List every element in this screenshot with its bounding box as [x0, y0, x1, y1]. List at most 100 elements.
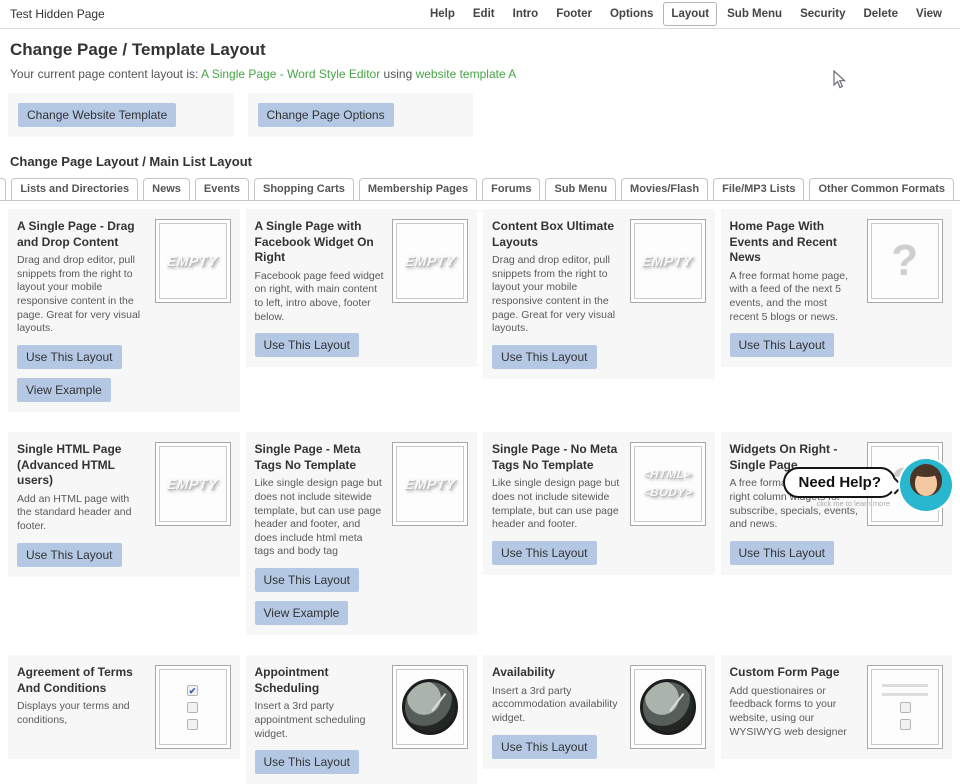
thumbnail-label: ?: [891, 236, 919, 285]
thumbnail-label: EMPTY: [166, 253, 219, 269]
layout-card-availability: Availability Insert a 3rd party accommod…: [483, 655, 715, 769]
layout-card-body: Custom Form Page Add questionaires or fe…: [730, 665, 860, 749]
layout-card-title: Custom Form Page: [729, 665, 840, 680]
layout-card-single-page-no-meta-tags-no-template: Single Page - No Meta Tags No Template L…: [483, 432, 715, 575]
layout-card-body: Single HTML Page (Advanced HTML users) A…: [17, 442, 147, 567]
layout-card-body: Single Page - No Meta Tags No Template L…: [492, 442, 622, 565]
tab-photo-galleries[interactable]: Photo Galleries: [0, 178, 7, 200]
top-nav-item-view[interactable]: View: [908, 2, 950, 26]
top-nav-item-security[interactable]: Security: [792, 2, 853, 26]
use-this-layout-button[interactable]: Use This Layout: [254, 568, 359, 593]
use-this-layout-button[interactable]: Use This Layout: [729, 333, 834, 358]
layout-card-title: A Single Page - Drag and Drop Content: [17, 219, 135, 249]
view-example-button[interactable]: View Example: [254, 601, 349, 626]
layout-card-title: Single Page - No Meta Tags No Template: [492, 442, 618, 472]
top-nav-item-help[interactable]: Help: [422, 2, 463, 26]
tab-lists-and-directories[interactable]: Lists and Directories: [11, 178, 139, 200]
layout-card-title: Availability: [492, 665, 555, 680]
layout-card-description: Like single design page but does not inc…: [254, 477, 382, 558]
top-nav-item-layout[interactable]: Layout: [663, 2, 718, 26]
checked-checkbox-icon: ✔: [187, 684, 198, 696]
layout-thumbnail: EMPTY: [154, 219, 231, 303]
use-this-layout-button[interactable]: Use This Layout: [254, 750, 359, 775]
form-line-icon: [882, 684, 928, 688]
layout-card-appointment-scheduling: Appointment Scheduling Insert a 3rd part…: [245, 655, 477, 784]
use-this-layout-button[interactable]: Use This Layout: [17, 542, 122, 567]
action-panel-row: Change Website Template Change Page Opti…: [0, 93, 960, 137]
layout-thumbnail-image: EMPTY: [396, 223, 464, 299]
tab-forums[interactable]: Forums: [482, 178, 541, 200]
thumbnail-label: <HTML>: [642, 468, 693, 481]
tab-movies-flash[interactable]: Movies/Flash: [621, 178, 709, 200]
top-nav-item-sub-menu[interactable]: Sub Menu: [719, 2, 790, 26]
use-this-layout-button[interactable]: Use This Layout: [492, 540, 597, 565]
tab-news[interactable]: News: [143, 178, 190, 200]
unchecked-checkbox-icon: [187, 718, 198, 730]
tab-other-common-formats[interactable]: Other Common Formats: [809, 178, 954, 200]
top-nav-item-footer[interactable]: Footer: [548, 2, 600, 26]
help-widget: Need Help? click me to learn more: [762, 459, 952, 517]
change-options-panel: Change Page Options: [247, 93, 473, 137]
layout-card-description: Drag and drop editor, pull snippets from…: [17, 254, 141, 335]
heading-change-page-template-layout: Change Page / Template Layout: [10, 40, 266, 59]
layout-thumbnail-image: EMPTY: [396, 446, 464, 523]
top-nav-item-delete[interactable]: Delete: [855, 2, 906, 26]
layout-card-description: Displays your terms and conditions,: [17, 700, 130, 726]
current-layout-link[interactable]: A Single Page - Word Style Editor: [201, 67, 380, 81]
layout-card-single-html-page-advanced-html-users: Single HTML Page (Advanced HTML users) A…: [8, 432, 240, 577]
layout-card-description: Drag and drop editor, pull snippets from…: [492, 254, 616, 335]
thumbnail-label: EMPTY: [641, 253, 694, 269]
layout-card-home-page-with-events-and-recent-news: Home Page With Events and Recent News A …: [720, 209, 952, 368]
change-template-panel: Change Website Template: [8, 93, 234, 137]
layout-thumbnail-image: EMPTY: [158, 223, 227, 299]
top-nav-item-intro[interactable]: Intro: [505, 2, 547, 26]
heading-change-page-layout: Change Page Layout / Main List Layout: [10, 154, 252, 169]
layout-card-buttons: Use This Layout: [729, 540, 860, 565]
use-this-layout-button[interactable]: Use This Layout: [254, 333, 359, 358]
use-this-layout-button[interactable]: Use This Layout: [492, 345, 597, 370]
view-example-button[interactable]: View Example: [17, 378, 111, 403]
top-nav-item-edit[interactable]: Edit: [465, 2, 503, 26]
tab-file-mp3-lists[interactable]: File/MP3 Lists: [713, 178, 805, 200]
top-bar: Test Hidden Page Help Edit Intro Footer Opti…: [0, 0, 960, 29]
top-nav-item-options[interactable]: Options: [602, 2, 661, 26]
layout-thumbnail-image: ?: [871, 223, 939, 299]
thumbnail-label: EMPTY: [403, 476, 457, 493]
tab-sub-menu[interactable]: Sub Menu: [545, 178, 617, 200]
layout-card-buttons: Use This Layout: [17, 542, 147, 567]
layout-card-title: Agreement of Terms And Conditions: [17, 665, 133, 695]
use-this-layout-button[interactable]: Use This Layout: [17, 345, 122, 370]
tab-shopping-carts[interactable]: Shopping Carts: [253, 178, 354, 200]
unchecked-checkbox-icon: [899, 702, 911, 714]
layout-card-buttons: Use This Layout: [254, 333, 385, 358]
use-this-layout-button[interactable]: Use This Layout: [729, 540, 834, 565]
help-avatar[interactable]: [900, 459, 952, 511]
need-help-bubble[interactable]: Need Help?: [783, 467, 904, 498]
layout-card-title: Appointment Scheduling: [254, 665, 329, 695]
current-template-link[interactable]: website template A: [416, 67, 517, 81]
layout-card-body: Agreement of Terms And Conditions Displa…: [17, 665, 147, 749]
tab-events[interactable]: Events: [194, 178, 249, 200]
layout-card-title: Single HTML Page (Advanced HTML users): [17, 442, 122, 488]
layout-thumbnail: ✔: [154, 665, 231, 750]
layout-card-body: Home Page With Events and Recent News A …: [729, 219, 860, 358]
form-line-icon: [882, 693, 928, 697]
layout-card-description: Like single design page but does not inc…: [492, 477, 620, 531]
layout-thumbnail: EMPTY: [629, 219, 706, 303]
layout-card-body: Appointment Scheduling Insert a 3rd part…: [254, 665, 385, 775]
current-layout-prefix: Your current page content layout is:: [10, 67, 202, 81]
layout-card-body: Single Page - Meta Tags No Template Like…: [254, 442, 385, 626]
layout-card-buttons: Use This Layout: [254, 750, 385, 775]
tab-membership-pages[interactable]: Membership Pages: [358, 178, 478, 200]
top-nav: Help Edit Intro Footer Options Layout Sub Menu…: [422, 2, 950, 26]
use-this-layout-button[interactable]: Use This Layout: [492, 734, 597, 759]
layout-card-description: A free format home page, with a feed of …: [729, 269, 848, 323]
category-tabs: Single PagesPhoto GalleriesLists and Dir…: [0, 178, 960, 201]
layout-thumbnail-image: <HTML> <BODY>: [633, 446, 702, 523]
unchecked-checkbox-icon: [899, 719, 911, 731]
unchecked-checkbox-icon: [187, 701, 198, 713]
change-page-options-button[interactable]: Change Page Options: [257, 103, 394, 127]
change-website-template-button[interactable]: Change Website Template: [18, 103, 177, 127]
thumbnail-label: EMPTY: [403, 253, 457, 269]
layout-card-title: Home Page With Events and Recent News: [729, 219, 837, 265]
